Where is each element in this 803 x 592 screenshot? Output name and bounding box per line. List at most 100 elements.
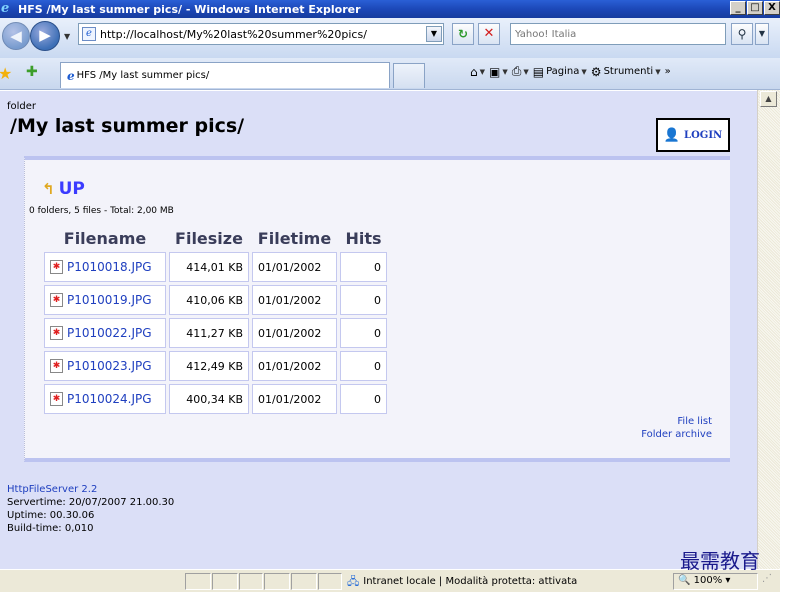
file-link[interactable]: P1010019.JPG [67,293,152,307]
scroll-up-button[interactable]: ▲ [760,91,777,107]
address-dropdown-button[interactable]: ▼ [426,26,442,42]
uptime-text: Uptime: 00.30.06 [7,510,95,521]
servertime-text: Servertime: 20/07/2007 21.00.30 [7,497,175,508]
ie-logo-icon: e [1,1,10,16]
image-file-icon: ✱ [50,392,63,406]
gear-icon: ⚙ [590,64,602,79]
image-file-icon: ✱ [50,293,63,307]
security-zone-label: Intranet locale | Modalità protetta: att… [363,576,578,587]
page-title: /My last summer pics/ [10,115,245,137]
file-link[interactable]: P1010022.JPG [67,326,152,340]
filesize-cell: 400,34 KB [169,384,249,414]
watermark: 最需教育 [680,549,760,573]
page-menu-label: Pagina [546,66,580,77]
tab-current[interactable]: e HFS /My last summer pics/ [60,62,390,88]
search-box[interactable] [510,23,726,45]
up-link[interactable]: UP [59,179,85,199]
new-tab-button[interactable] [393,63,425,88]
filetime-cell: 01/01/2002 [252,351,337,381]
minimize-button[interactable]: _ [730,1,746,15]
filetime-cell: 01/01/2002 [252,384,337,414]
search-input[interactable] [511,24,711,44]
filesize-cell: 410,06 KB [169,285,249,315]
column-header-filetime[interactable]: Filetime [252,227,337,249]
feeds-icon: ▣ [489,64,501,79]
server-footer: HttpFileServer 2.2 Servertime: 20/07/200… [7,483,174,535]
up-row[interactable]: ↰ UP [42,179,85,199]
close-button[interactable]: X [764,1,780,15]
status-cell [318,573,342,590]
toolbar-overflow-button[interactable]: » [665,66,671,77]
feeds-button[interactable]: ▣ ▼ [489,65,508,79]
favorites-star-icon[interactable]: ★ [0,64,12,83]
table-row: ✱ P1010023.JPG 412,49 KB 01/01/2002 0 [44,351,387,381]
buildtime-text: Build-time: 0,010 [7,523,94,534]
home-icon: ⌂ [470,64,478,79]
filetime-cell: 01/01/2002 [252,252,337,282]
filename-cell: ✱ P1010018.JPG [44,252,166,282]
hits-cell: 0 [340,318,387,348]
status-cell [291,573,317,590]
folder-label: folder [7,101,37,112]
window-title: HFS /My last summer pics/ - Windows Inte… [18,2,361,16]
chevron-down-icon: ▼ [479,67,486,76]
forward-button[interactable]: ▶ [30,21,60,51]
zoom-icon: 🔍 [678,575,691,586]
filename-cell: ✱ P1010019.JPG [44,285,166,315]
file-link[interactable]: P1010024.JPG [67,392,152,406]
folder-archive-link[interactable]: Folder archive [641,428,712,441]
page-icon: e [82,27,96,41]
navigation-bar: ◀ ▶ ▼ e ▼ ↻ ✕ ⚲ ▼ [0,18,780,58]
window-edge [780,0,803,592]
intranet-zone-icon: 🖧 [347,575,360,588]
stop-button[interactable]: ✕ [478,23,500,45]
title-bar: e HFS /My last summer pics/ - Windows In… [0,0,780,18]
address-bar[interactable]: e ▼ [78,23,444,45]
side-links: File list Folder archive [641,415,712,441]
address-input[interactable] [100,27,410,41]
back-button[interactable]: ◀ [2,22,30,50]
table-header-row: Filename Filesize Filetime Hits [44,227,387,249]
folder-up-icon: ↰ [42,180,55,198]
file-link[interactable]: P1010023.JPG [67,359,152,373]
print-button[interactable]: ⎙ ▼ [512,64,529,79]
server-link[interactable]: HttpFileServer 2.2 [7,483,174,496]
status-cell [264,573,290,590]
search-options-button[interactable]: ▼ [755,23,769,45]
history-dropdown-icon[interactable]: ▼ [64,32,70,41]
file-link[interactable]: P1010018.JPG [67,260,152,274]
filesize-cell: 412,49 KB [169,351,249,381]
refresh-button[interactable]: ↻ [452,23,474,45]
column-header-filesize[interactable]: Filesize [169,227,249,249]
home-button[interactable]: ⌂ ▼ [470,65,485,79]
zoom-level: 100% [693,575,723,586]
page-menu-icon: ▤ [532,64,545,79]
file-table: Filename Filesize Filetime Hits ✱ P101001… [41,224,390,417]
vertical-scrollbar[interactable] [757,90,780,569]
login-button[interactable]: 👤 LOGIN [656,118,730,152]
column-header-hits[interactable]: Hits [340,227,387,249]
table-row: ✱ P1010022.JPG 411,27 KB 01/01/2002 0 [44,318,387,348]
page-content: folder /My last summer pics/ 👤 LOGIN ↰ U… [0,91,757,569]
filesize-cell: 414,01 KB [169,252,249,282]
chevron-down-icon: ▼ [523,67,529,76]
maximize-button[interactable]: □ [747,1,763,15]
tab-label: HFS /My last summer pics/ [76,70,210,81]
chevron-down-icon: ▼ [502,67,508,76]
table-row: ✱ P1010024.JPG 400,34 KB 01/01/2002 0 [44,384,387,414]
filesize-cell: 411,27 KB [169,318,249,348]
add-favorites-icon[interactable]: ✚ [26,64,38,80]
search-button[interactable]: ⚲ [731,23,753,45]
filetime-cell: 01/01/2002 [252,318,337,348]
page-menu[interactable]: ▤ Pagina ▼ [533,65,587,79]
column-header-filename[interactable]: Filename [44,227,166,249]
image-file-icon: ✱ [50,326,63,340]
tools-menu[interactable]: ⚙ Strumenti ▼ [591,65,661,79]
filetime-cell: 01/01/2002 [252,285,337,315]
hits-cell: 0 [340,351,387,381]
tab-page-icon: e [67,68,75,83]
zoom-control[interactable]: 🔍 100% ▾ [678,573,730,588]
security-zone[interactable]: 🖧 Intranet locale | Modalità protetta: a… [345,573,595,590]
file-list-link[interactable]: File list [641,415,712,428]
resize-grip-icon[interactable]: ⋰ [762,573,772,584]
